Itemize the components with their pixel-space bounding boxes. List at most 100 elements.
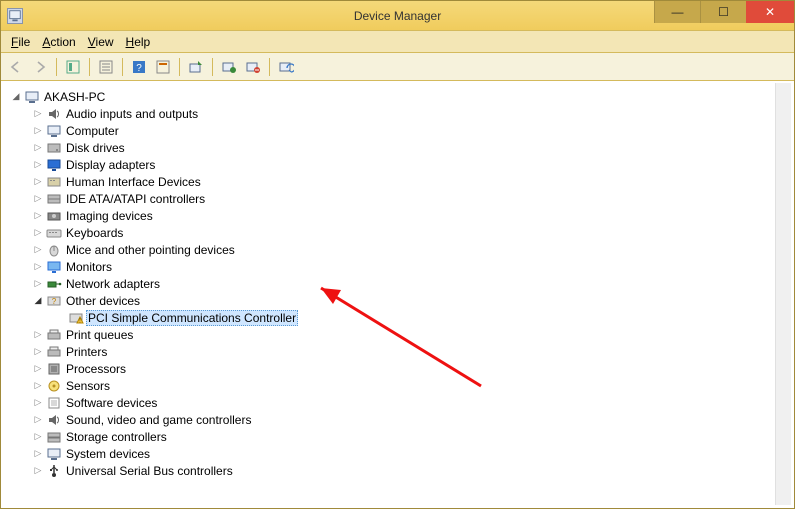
- tree-category[interactable]: ▷ Mice and other pointing devices: [5, 241, 790, 258]
- tree-category[interactable]: ▷ Keyboards: [5, 224, 790, 241]
- expander-icon[interactable]: ▷: [31, 414, 45, 425]
- expander-icon[interactable]: ◢: [9, 91, 23, 102]
- menu-view[interactable]: View: [84, 33, 118, 51]
- category-icon: [46, 208, 62, 224]
- tree-category[interactable]: ▷ IDE ATA/ATAPI controllers: [5, 190, 790, 207]
- device-manager-window: Device Manager — ☐ ✕ File Action View He…: [0, 0, 795, 509]
- tree-category[interactable]: ▷ Print queues: [5, 326, 790, 343]
- expander-icon[interactable]: ▷: [31, 278, 45, 289]
- category-label: Computer: [64, 124, 121, 138]
- tree-category[interactable]: ▷ System devices: [5, 445, 790, 462]
- device-label: PCI Simple Communications Controller: [86, 310, 298, 326]
- update-driver-button[interactable]: [185, 56, 207, 78]
- uninstall-button[interactable]: [242, 56, 264, 78]
- expander-icon[interactable]: ▷: [31, 244, 45, 255]
- close-button[interactable]: ✕: [746, 1, 794, 23]
- vertical-scrollbar[interactable]: [775, 83, 791, 505]
- svg-text:?: ?: [52, 297, 57, 306]
- tree-category[interactable]: ▷ Network adapters: [5, 275, 790, 292]
- toolbar-separator: [269, 58, 270, 76]
- toolbar-separator: [179, 58, 180, 76]
- expander-icon[interactable]: ▷: [31, 346, 45, 357]
- tree-category[interactable]: ▷ Universal Serial Bus controllers: [5, 462, 790, 479]
- expander-icon[interactable]: ▷: [31, 125, 45, 136]
- category-icon: [46, 157, 62, 173]
- category-label: Keyboards: [64, 226, 125, 240]
- category-icon: [46, 412, 62, 428]
- expander-icon[interactable]: ▷: [31, 465, 45, 476]
- back-button[interactable]: [5, 56, 27, 78]
- tree-category[interactable]: ▷ Human Interface Devices: [5, 173, 790, 190]
- properties-button[interactable]: [95, 56, 117, 78]
- expander-icon[interactable]: ▷: [31, 380, 45, 391]
- category-label: Mice and other pointing devices: [64, 243, 237, 257]
- tree-category[interactable]: ▷ Processors: [5, 360, 790, 377]
- category-label: Audio inputs and outputs: [64, 107, 200, 121]
- tree-category[interactable]: ▷ Printers: [5, 343, 790, 360]
- category-icon: [46, 106, 62, 122]
- expander-icon[interactable]: ▷: [31, 210, 45, 221]
- tree-category[interactable]: ▷ Display adapters: [5, 156, 790, 173]
- enable-button[interactable]: [218, 56, 240, 78]
- expander-icon[interactable]: ◢: [31, 295, 45, 306]
- expander-icon[interactable]: ▷: [31, 108, 45, 119]
- tree-category[interactable]: ▷ Disk drives: [5, 139, 790, 156]
- tree-root[interactable]: ◢ AKASH-PC: [5, 88, 790, 105]
- scan-hardware-button[interactable]: [275, 56, 297, 78]
- warning-device-icon: !: [68, 310, 84, 326]
- category-icon: [46, 344, 62, 360]
- action-button[interactable]: [152, 56, 174, 78]
- menubar: File Action View Help: [1, 31, 794, 53]
- device-tree[interactable]: ◢ AKASH-PC ▷ Audio inputs and outputs ▷ …: [4, 83, 791, 505]
- category-label: Universal Serial Bus controllers: [64, 464, 235, 478]
- category-label: Sound, video and game controllers: [64, 413, 253, 427]
- expander-icon[interactable]: ▷: [31, 397, 45, 408]
- menu-action[interactable]: Action: [38, 33, 79, 51]
- expander-icon[interactable]: ▷: [31, 448, 45, 459]
- category-label: Disk drives: [64, 141, 127, 155]
- category-icon: [46, 361, 62, 377]
- category-icon: [46, 395, 62, 411]
- category-label: Human Interface Devices: [64, 175, 203, 189]
- category-icon: [46, 446, 62, 462]
- expander-icon[interactable]: ▷: [31, 159, 45, 170]
- tree-category[interactable]: ◢ ? Other devices: [5, 292, 790, 309]
- expander-icon[interactable]: ▷: [31, 329, 45, 340]
- minimize-button[interactable]: —: [654, 1, 700, 23]
- svg-text:?: ?: [136, 63, 142, 74]
- tree-device-selected[interactable]: ! PCI Simple Communications Controller: [5, 309, 790, 326]
- tree-category[interactable]: ▷ Imaging devices: [5, 207, 790, 224]
- category-label: Network adapters: [64, 277, 162, 291]
- expander-icon[interactable]: ▷: [31, 431, 45, 442]
- category-icon: [46, 174, 62, 190]
- tree-category[interactable]: ▷ Storage controllers: [5, 428, 790, 445]
- show-hide-tree-button[interactable]: [62, 56, 84, 78]
- expander-icon[interactable]: ▷: [31, 176, 45, 187]
- menu-help[interactable]: Help: [122, 33, 155, 51]
- system-icon: [7, 8, 23, 24]
- window-controls: — ☐ ✕: [654, 1, 794, 23]
- expander-icon[interactable]: ▷: [31, 193, 45, 204]
- tree-category[interactable]: ▷ Audio inputs and outputs: [5, 105, 790, 122]
- category-label: Sensors: [64, 379, 112, 393]
- expander-icon[interactable]: ▷: [31, 227, 45, 238]
- help-button[interactable]: ?: [128, 56, 150, 78]
- tree-category[interactable]: ▷ Sensors: [5, 377, 790, 394]
- tree-category[interactable]: ▷ Sound, video and game controllers: [5, 411, 790, 428]
- tree-category[interactable]: ▷ Software devices: [5, 394, 790, 411]
- forward-button[interactable]: [29, 56, 51, 78]
- menu-file[interactable]: File: [7, 33, 34, 51]
- expander-icon[interactable]: ▷: [31, 142, 45, 153]
- expander-icon[interactable]: ▷: [31, 261, 45, 272]
- tree-category[interactable]: ▷ Monitors: [5, 258, 790, 275]
- category-label: Processors: [64, 362, 128, 376]
- category-icon: [46, 140, 62, 156]
- tree-category[interactable]: ▷ Computer: [5, 122, 790, 139]
- category-icon: [46, 327, 62, 343]
- category-icon: [46, 429, 62, 445]
- expander-icon[interactable]: ▷: [31, 363, 45, 374]
- category-icon: [46, 259, 62, 275]
- category-label: Printers: [64, 345, 109, 359]
- category-icon: [46, 276, 62, 292]
- maximize-button[interactable]: ☐: [700, 1, 746, 23]
